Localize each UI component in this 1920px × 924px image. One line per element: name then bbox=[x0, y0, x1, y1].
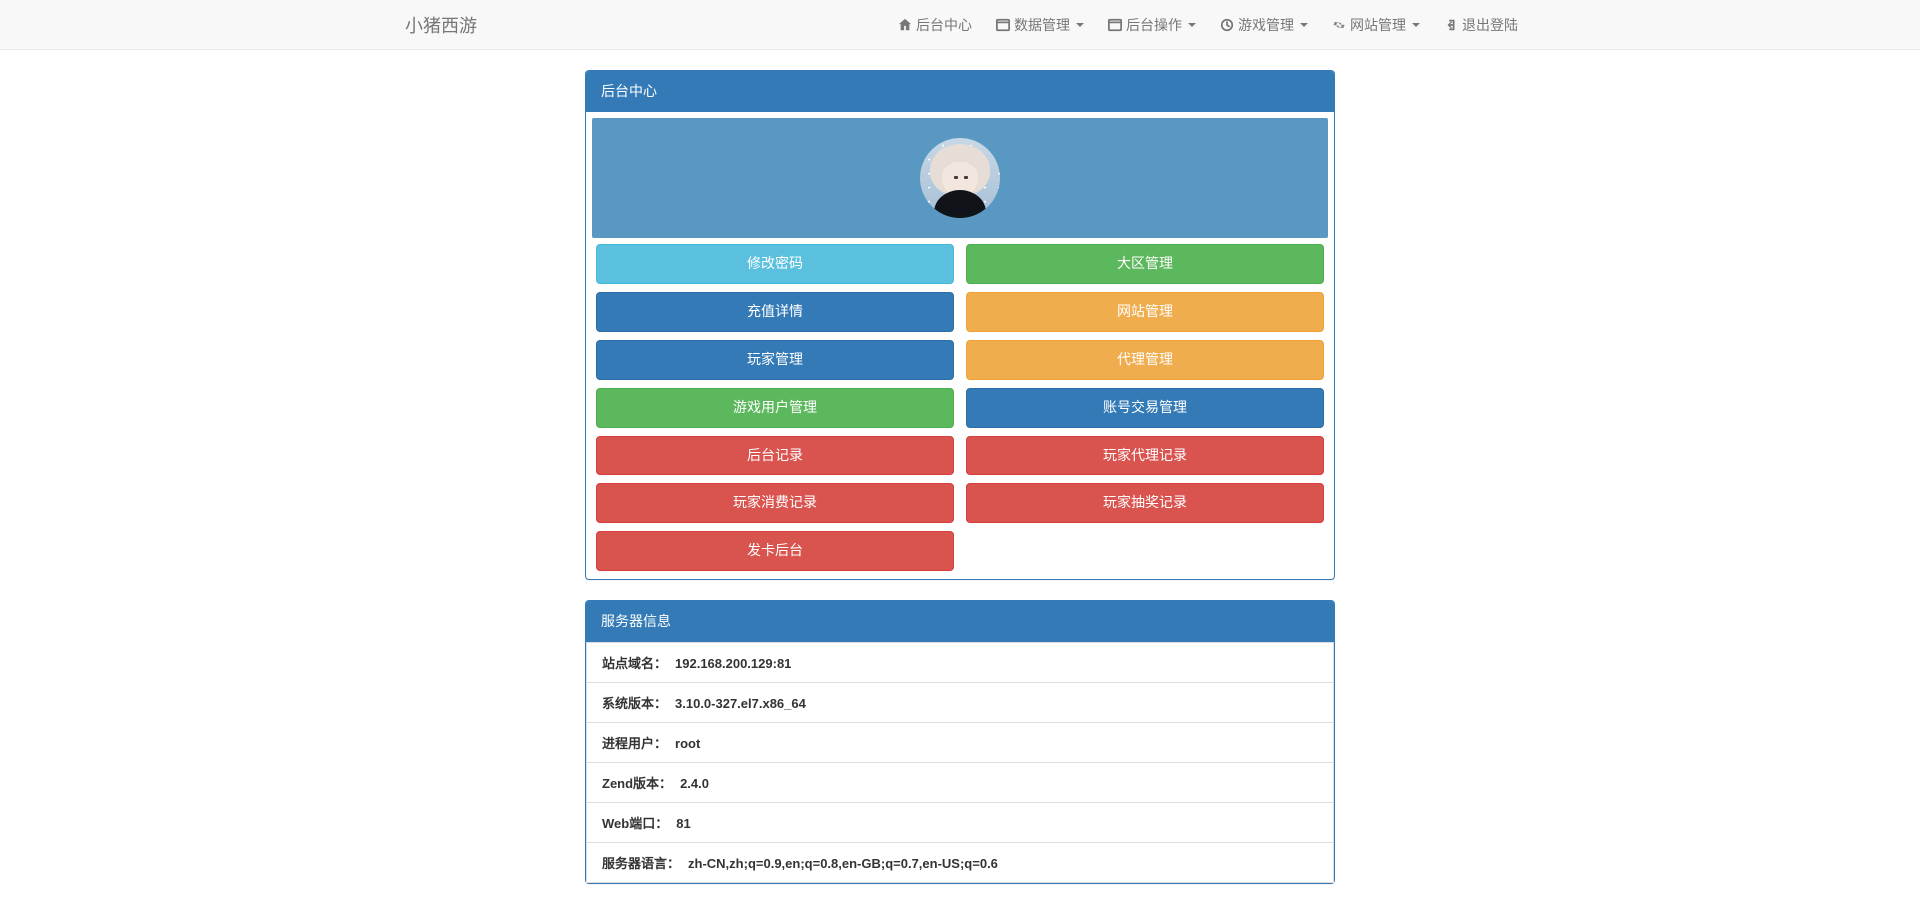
list-item: 站点域名： 192.168.200.129:81 bbox=[586, 643, 1334, 683]
list-item: Web端口： 81 bbox=[586, 803, 1334, 843]
player-consume-log-button[interactable]: 玩家消费记录 bbox=[596, 483, 954, 523]
account-trade-management-button[interactable]: 账号交易管理 bbox=[966, 388, 1324, 428]
recharge-details-button[interactable]: 充值详情 bbox=[596, 292, 954, 332]
home-icon bbox=[898, 18, 912, 32]
nav-logout[interactable]: 退出登陆 bbox=[1432, 0, 1530, 50]
list-item-label: 系统版本： bbox=[602, 696, 667, 711]
server-info-list: 站点域名： 192.168.200.129:81 系统版本： 3.10.0-327.… bbox=[586, 642, 1334, 883]
nav-ops-label: 后台操作 bbox=[1126, 15, 1182, 35]
list-item-value: 192.168.200.129:81 bbox=[675, 656, 791, 671]
chevron-down-icon bbox=[1188, 23, 1196, 27]
nav-site[interactable]: 网站管理 bbox=[1320, 0, 1432, 50]
list-item-label: Web端口： bbox=[602, 816, 668, 831]
nav-home-label: 后台中心 bbox=[916, 15, 972, 35]
list-item-label: 站点域名： bbox=[602, 656, 667, 671]
list-item: 服务器语言： zh-CN,zh;q=0.9,en;q=0.8,en-GB;q=0.… bbox=[586, 843, 1334, 883]
card-backend-button[interactable]: 发卡后台 bbox=[596, 531, 954, 571]
backend-log-button[interactable]: 后台记录 bbox=[596, 436, 954, 476]
player-management-button[interactable]: 玩家管理 bbox=[596, 340, 954, 380]
site-management-button[interactable]: 网站管理 bbox=[966, 292, 1324, 332]
nav-ops[interactable]: 后台操作 bbox=[1096, 0, 1208, 50]
list-item-label: Zend版本： bbox=[602, 776, 672, 791]
list-item: 系统版本： 3.10.0-327.el7.x86_64 bbox=[586, 683, 1334, 723]
change-password-button[interactable]: 修改密码 bbox=[596, 244, 954, 284]
list-item: 进程用户： root bbox=[586, 723, 1334, 763]
list-item-value: 3.10.0-327.el7.x86_64 bbox=[675, 696, 806, 711]
list-item-value: root bbox=[675, 736, 700, 751]
hero-banner bbox=[592, 118, 1328, 238]
nav-data[interactable]: 数据管理 bbox=[984, 0, 1096, 50]
top-navbar: 小猪西游 后台中心 数据管理 后台操作 游戏管理 bbox=[0, 0, 1920, 50]
server-info-panel: 服务器信息 站点域名： 192.168.200.129:81 系统版本： 3.10.… bbox=[585, 600, 1335, 884]
player-lottery-log-button[interactable]: 玩家抽奖记录 bbox=[966, 483, 1324, 523]
list-item-value: 2.4.0 bbox=[680, 776, 709, 791]
nav-data-label: 数据管理 bbox=[1014, 15, 1070, 35]
list-item-value: 81 bbox=[676, 816, 690, 831]
window-icon bbox=[1108, 18, 1122, 32]
avatar bbox=[920, 138, 1000, 218]
window-icon bbox=[996, 18, 1010, 32]
list-item: Zend版本： 2.4.0 bbox=[586, 763, 1334, 803]
list-item-label: 服务器语言： bbox=[602, 856, 680, 871]
clock-icon bbox=[1220, 18, 1234, 32]
zone-management-button[interactable]: 大区管理 bbox=[966, 244, 1324, 284]
nav-site-label: 网站管理 bbox=[1350, 15, 1406, 35]
game-user-management-button[interactable]: 游戏用户管理 bbox=[596, 388, 954, 428]
list-item-value: zh-CN,zh;q=0.9,en;q=0.8,en-GB;q=0.7,en-U… bbox=[688, 856, 998, 871]
chevron-down-icon bbox=[1300, 23, 1308, 27]
dashboard-panel: 后台中心 修改密码 大区管理 bbox=[585, 70, 1335, 580]
dashboard-panel-title: 后台中心 bbox=[586, 71, 1334, 112]
nav-game[interactable]: 游戏管理 bbox=[1208, 0, 1320, 50]
nav-game-label: 游戏管理 bbox=[1238, 15, 1294, 35]
server-info-panel-title: 服务器信息 bbox=[586, 601, 1334, 642]
list-item-label: 进程用户： bbox=[602, 736, 667, 751]
brand-link[interactable]: 小猪西游 bbox=[390, 0, 492, 53]
nav-logout-label: 退出登陆 bbox=[1462, 15, 1518, 35]
agent-management-button[interactable]: 代理管理 bbox=[966, 340, 1324, 380]
logout-icon bbox=[1444, 18, 1458, 32]
nav-home[interactable]: 后台中心 bbox=[886, 0, 984, 50]
gear-icon bbox=[1332, 18, 1346, 32]
chevron-down-icon bbox=[1412, 23, 1420, 27]
chevron-down-icon bbox=[1076, 23, 1084, 27]
quick-action-grid: 修改密码 大区管理 充值详情 网站管理 玩家管理 代理管理 游戏用户管理 账号交… bbox=[590, 240, 1330, 575]
player-agent-log-button[interactable]: 玩家代理记录 bbox=[966, 436, 1324, 476]
